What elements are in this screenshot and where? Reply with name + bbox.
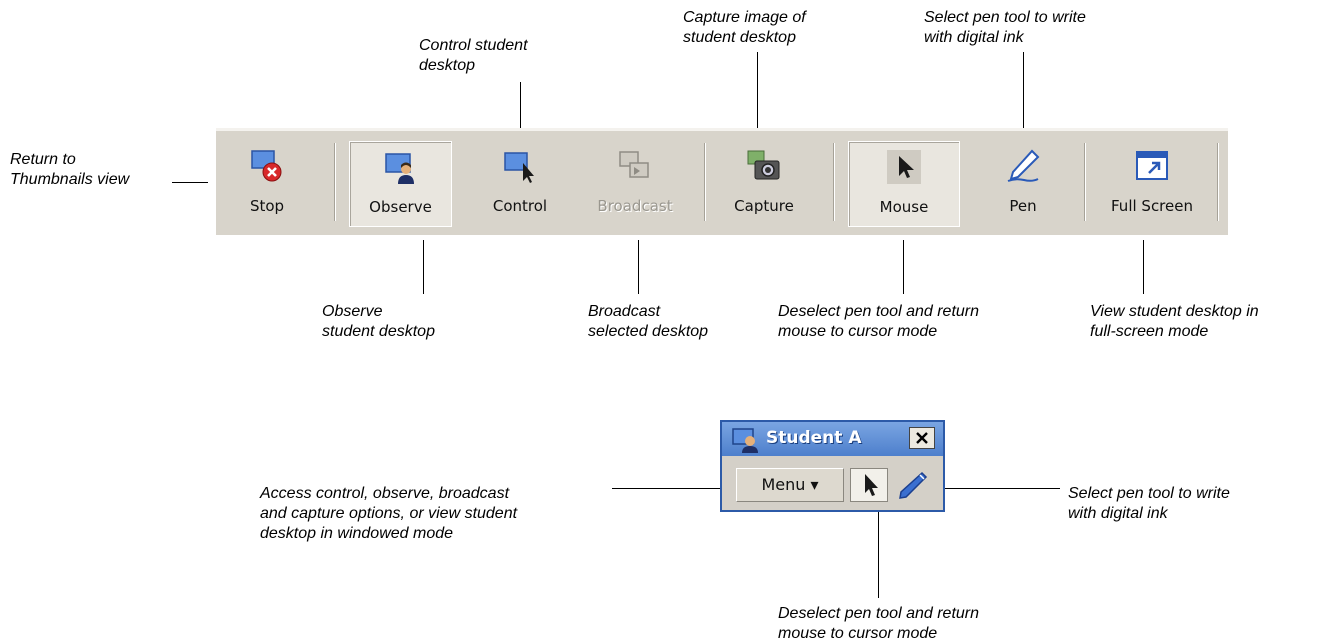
menu-button[interactable]: Menu ▾ xyxy=(736,468,844,502)
chevron-down-icon: ▾ xyxy=(810,475,819,494)
toolbar-separator xyxy=(1084,143,1085,221)
leader-menu xyxy=(612,488,724,489)
observe-icon xyxy=(384,153,414,184)
callout-pen-top: Select pen tool to write with digital in… xyxy=(924,9,1086,46)
student-window-title-bar[interactable]: Student A xyxy=(722,422,943,456)
callout-observe: Observe student desktop xyxy=(322,303,435,340)
callout-cursor-bottom: Deselect pen tool and return mouse to cu… xyxy=(778,605,980,642)
menu-label: Menu xyxy=(761,475,806,494)
observe-label: Observe xyxy=(369,198,432,216)
student-window-title: Student A xyxy=(766,428,862,448)
toolbar-separator xyxy=(833,143,834,221)
student-avatar-icon xyxy=(732,428,758,453)
capture-icon xyxy=(747,150,780,180)
broadcast-label: Broadcast xyxy=(597,197,673,215)
callout-menu: Access control, observe, broadcast and c… xyxy=(260,485,518,542)
leader-mouse xyxy=(903,240,904,294)
cursor-arrow-icon xyxy=(865,474,878,496)
leader-observe xyxy=(423,240,424,294)
callout-broadcast: Broadcast selected desktop xyxy=(588,303,709,340)
capture-label: Capture xyxy=(734,197,794,215)
mouse-label: Mouse xyxy=(879,198,929,216)
leader-full-screen xyxy=(1143,240,1144,294)
student-view-toolbar: Stop Observe Control Broadcast Capture M… xyxy=(216,128,1228,235)
callout-capture: Capture image of student desktop xyxy=(683,9,806,46)
callout-mouse: Deselect pen tool and return mouse to cu… xyxy=(778,303,980,340)
stop-icon xyxy=(251,150,282,182)
callout-control: Control student desktop xyxy=(419,37,528,74)
observe-button[interactable]: Observe xyxy=(349,141,452,227)
student-window: Student A Menu ▾ xyxy=(720,420,945,512)
broadcast-icon xyxy=(619,151,649,178)
pen-icon xyxy=(899,471,928,499)
control-button[interactable]: Control xyxy=(474,141,566,227)
full-screen-label: Full Screen xyxy=(1111,197,1193,215)
leader-pen-bottom xyxy=(938,488,1060,489)
toolbar-separator xyxy=(1217,143,1218,221)
pen-label: Pen xyxy=(1009,197,1037,215)
leader-cursor-bottom xyxy=(878,512,879,598)
stop-label: Stop xyxy=(249,197,285,215)
full-screen-button[interactable]: Full Screen xyxy=(1092,141,1212,227)
full-screen-icon xyxy=(1136,151,1168,180)
stop-button[interactable]: Stop xyxy=(224,141,310,227)
close-icon xyxy=(916,432,928,444)
toolbar-separator xyxy=(334,143,335,221)
pen-icon xyxy=(1007,149,1040,182)
control-label: Control xyxy=(492,197,548,215)
callout-stop: Return to Thumbnails view xyxy=(10,151,130,188)
cursor-button[interactable] xyxy=(850,468,888,502)
callout-full-screen: View student desktop in full-screen mode xyxy=(1090,303,1259,340)
control-icon xyxy=(504,152,534,183)
callout-pen-bottom: Select pen tool to write with digital in… xyxy=(1068,485,1230,522)
pen-button[interactable]: Pen xyxy=(976,141,1070,227)
broadcast-button[interactable]: Broadcast xyxy=(580,141,690,227)
leader-broadcast xyxy=(638,240,639,294)
toolbar-separator xyxy=(704,143,705,221)
mouse-button[interactable]: Mouse xyxy=(848,141,960,227)
close-button[interactable] xyxy=(909,427,935,449)
cursor-arrow-icon xyxy=(887,150,921,184)
capture-button[interactable]: Capture xyxy=(714,141,814,227)
pen-button[interactable] xyxy=(892,468,932,502)
leader-stop xyxy=(172,182,208,183)
